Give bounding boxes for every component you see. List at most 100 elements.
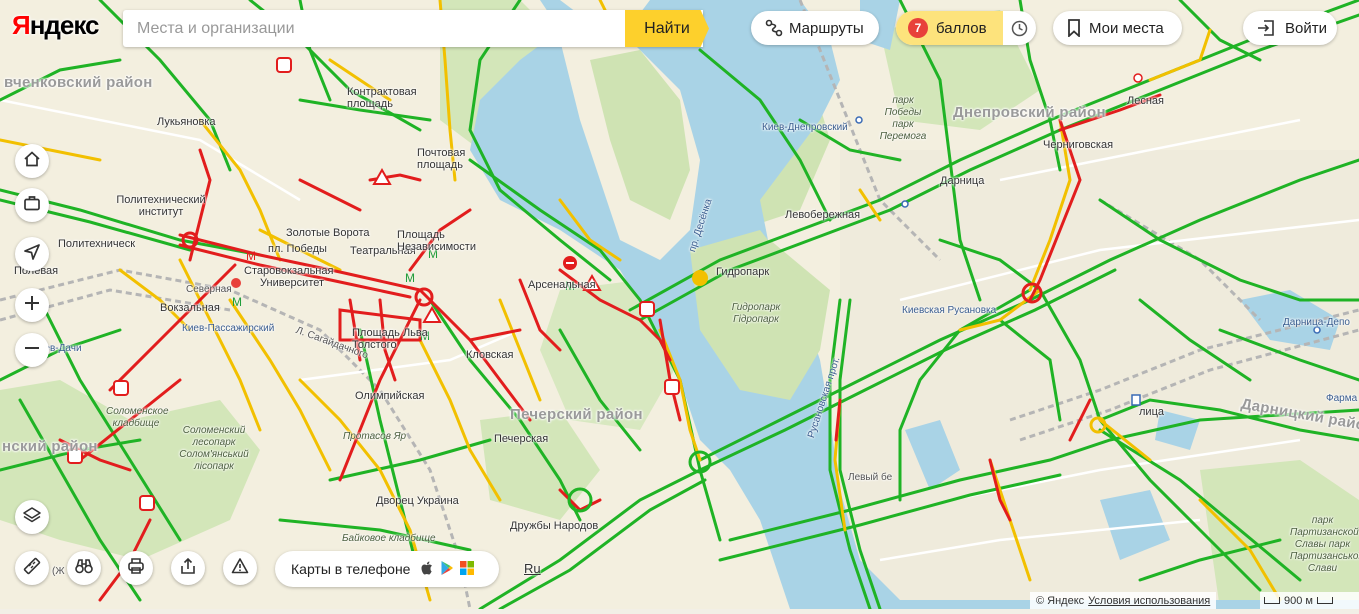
panorama-button[interactable] xyxy=(67,551,101,585)
label-place: Площадь Независимости xyxy=(397,229,476,253)
login-label: Войти xyxy=(1285,19,1327,37)
label-place: Почтовая площадь xyxy=(417,147,466,171)
copyright-text: © Яндекс xyxy=(1036,594,1085,607)
label-place: Лесная xyxy=(1127,95,1164,107)
route-icon xyxy=(765,19,783,37)
label-place: лица xyxy=(1139,406,1164,418)
layers-icon xyxy=(22,506,42,529)
windows-icon xyxy=(460,560,475,578)
ruler-button[interactable] xyxy=(15,551,49,585)
locate-button[interactable] xyxy=(15,237,49,271)
label-station: Киев-Днепровский xyxy=(762,122,848,133)
label-place: Олимпийская xyxy=(355,390,425,402)
warning-icon xyxy=(231,557,249,580)
label-place: Дворец Украина xyxy=(376,495,459,507)
login-button[interactable]: Войти xyxy=(1243,11,1337,45)
traffic-forecast-button[interactable] xyxy=(1003,20,1036,37)
label-place: Левобережная xyxy=(785,209,861,221)
label-place: Золотые Ворота xyxy=(286,227,370,239)
label-place: Фарма xyxy=(1326,393,1358,404)
ruler-icon xyxy=(23,557,41,580)
label-place: Кловская xyxy=(466,349,514,361)
label-place: пл. Победы xyxy=(268,243,327,255)
label-park: Протасов Яр xyxy=(343,431,407,442)
bookmark-icon xyxy=(1067,19,1081,37)
print-button[interactable] xyxy=(119,551,153,585)
label-place: (Ж xyxy=(52,566,65,577)
logo-rest: ндекс xyxy=(29,10,100,40)
login-icon xyxy=(1257,19,1275,37)
clock-icon xyxy=(1011,20,1028,37)
map-canvas[interactable]: M M M M M M вченковский район Днепровски… xyxy=(0,0,1359,611)
scale-label: 900 м xyxy=(1284,594,1313,607)
label-place: Гидропарк xyxy=(716,266,770,278)
copyright-bar: © Яндекс Условия использования xyxy=(1030,592,1217,609)
language-link[interactable]: Ru xyxy=(524,561,541,576)
layers-button[interactable] xyxy=(15,500,49,534)
search-input[interactable] xyxy=(123,10,703,47)
label-place: Политехническ xyxy=(58,238,136,250)
svg-text:M: M xyxy=(232,295,242,309)
label-place: Дружбы Народов xyxy=(510,520,599,532)
label-park: Байковое кладбище xyxy=(342,533,436,544)
terms-link[interactable]: Условия использования xyxy=(1088,595,1210,607)
label-place: Вокзальная xyxy=(160,302,220,314)
mobile-apps-button[interactable]: Карты в телефоне xyxy=(275,551,499,587)
my-places-label: Мои места xyxy=(1089,19,1164,37)
logo-first-letter: Я xyxy=(12,10,31,40)
label-park: парк Победы парк Перемога xyxy=(879,95,927,142)
home-button[interactable] xyxy=(15,144,49,178)
label-place: Дарница xyxy=(940,175,985,187)
routes-button[interactable]: Маршруты xyxy=(751,11,879,45)
label-park: Соломенское кладбище xyxy=(106,406,169,429)
traffic-score-badge: 7 xyxy=(908,18,928,38)
share-icon xyxy=(179,557,197,580)
svg-text:M: M xyxy=(405,271,415,285)
label-place: Контрактовая площадь xyxy=(347,86,417,110)
briefcase-icon xyxy=(23,194,41,217)
label-place: Площадь Льва Толстого xyxy=(352,327,428,351)
svg-text:M: M xyxy=(246,249,256,263)
binoculars-icon xyxy=(74,557,94,580)
label-place: Арсенальная xyxy=(528,279,596,291)
label-place: Старовокзальная xyxy=(244,265,334,277)
label-station: Киев-Пассажирский xyxy=(182,323,275,334)
label-place: Лукьяновка xyxy=(157,116,216,128)
scale-bar: 900 м xyxy=(1260,592,1359,609)
scale-line-left xyxy=(1264,597,1280,604)
report-button[interactable] xyxy=(223,551,257,585)
traffic-score-group[interactable]: 7 баллов xyxy=(896,11,1036,45)
label-district: вченковский район xyxy=(4,74,153,91)
zoom-in-button[interactable] xyxy=(15,288,49,322)
find-button[interactable]: Найти xyxy=(625,10,709,47)
label-place: Печерская xyxy=(494,433,549,445)
label-place: Политехнический институт xyxy=(116,194,206,218)
label-district: Печерский район xyxy=(510,406,643,423)
my-places-button[interactable]: Мои места xyxy=(1053,11,1182,45)
traffic-button[interactable]: 7 баллов xyxy=(896,11,1003,45)
location-arrow-icon xyxy=(23,243,41,266)
print-icon xyxy=(127,557,145,580)
label-district: Днепровский район xyxy=(953,104,1106,121)
work-button[interactable] xyxy=(15,188,49,222)
label-place: Левый бе xyxy=(848,472,893,483)
minus-icon xyxy=(23,339,41,362)
mobile-apps-label: Карты в телефоне xyxy=(291,561,411,577)
label-place: Киевская Русановка xyxy=(902,305,997,316)
label-station: Дарница-Депо xyxy=(1283,317,1350,328)
scale-line-right xyxy=(1316,597,1333,604)
google-play-icon xyxy=(440,560,454,579)
zoom-out-button[interactable] xyxy=(15,333,49,367)
search-box xyxy=(123,10,703,47)
label-park: Гидропарк Гідропарк xyxy=(731,302,781,325)
label-place: Университет xyxy=(260,277,325,289)
label-park: парк Партизанской Славы парк Партизанськ… xyxy=(1290,515,1359,574)
apple-icon xyxy=(420,560,434,579)
traffic-label: баллов xyxy=(936,19,987,37)
share-button[interactable] xyxy=(171,551,205,585)
yandex-logo[interactable]: Яндекс xyxy=(12,10,99,41)
label-place: Северная xyxy=(186,284,232,295)
label-park: Соломенский лесопарк Солом'янський лісоп… xyxy=(179,425,249,472)
label-place: Черниговская xyxy=(1043,139,1114,151)
routes-label: Маршруты xyxy=(789,19,864,37)
